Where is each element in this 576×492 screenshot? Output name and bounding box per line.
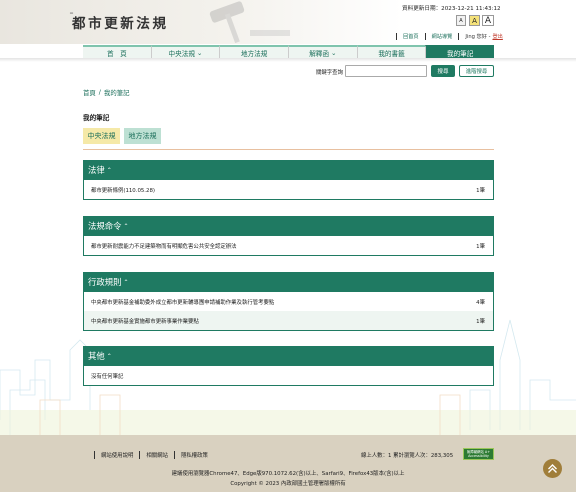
breadcrumb-home[interactable]: 首頁: [83, 88, 96, 97]
update-timestamp: 資料更新日期：2023-12-21 11:43:12: [402, 6, 501, 12]
list-item[interactable]: 中央都市更新基金實施都市更新事業作業要點 1筆: [84, 311, 493, 330]
advanced-search-button[interactable]: 進階搜尋: [459, 65, 494, 77]
list-item[interactable]: 都市更新耐震能力不足建築物而有明顯危害公共安全認定辦法 1筆: [84, 236, 493, 255]
nav-shadow: [0, 58, 576, 62]
nav-interpretations[interactable]: 解釋函 ⌄: [288, 45, 357, 58]
keyword-search-label: 關鍵字查詢: [316, 70, 343, 76]
chevron-up-icon: ⌃: [123, 222, 129, 230]
list-item-count: 1筆: [476, 318, 485, 325]
list-item-name: 都市更新耐震能力不足建築物而有明顯危害公共安全認定辦法: [91, 243, 237, 250]
main-nav: 首 頁 中央法規 ⌄ 地方法規 解釋函 ⌄ 我的書籤 我的筆記: [83, 45, 495, 58]
top-links: 回首頁 網站導覽 Jing 您好 - 登出: [390, 32, 503, 40]
nav-interpretations-label: 解釋函: [309, 49, 329, 58]
browser-recommendation: 建議使用瀏覽器Chrome47、Edge版970.1072.62(含)以上、Sa…: [171, 471, 405, 477]
list-item-count: 4筆: [476, 299, 485, 306]
tab-local-laws[interactable]: 地方法規: [124, 128, 161, 144]
list-item-name: 都市更新條例(110.05.28): [91, 187, 155, 194]
visitor-count: 線上人數：1 累計瀏覽人次：283,305: [361, 453, 454, 459]
related-sites-link[interactable]: 相關網站: [146, 451, 168, 459]
section-title: 法律: [88, 165, 105, 175]
privacy-policy-link[interactable]: 隱私權政策: [181, 451, 208, 459]
section-title: 其他: [88, 351, 105, 361]
home-link[interactable]: 回首頁: [403, 33, 419, 40]
keyword-search-input[interactable]: [345, 65, 427, 77]
footer-links: 網站使用說明 相關網站 隱私權政策: [88, 451, 208, 459]
nav-central-laws-label: 中央法規: [168, 49, 195, 58]
divider: [94, 451, 95, 459]
section-title: 法規命令: [88, 221, 122, 231]
site-title: 都市更新法規: [72, 16, 169, 32]
chevron-down-icon: ⌄: [196, 48, 203, 57]
sitemap-link[interactable]: 網站導覽: [432, 33, 453, 40]
chevron-up-icon: ⌃: [123, 278, 129, 286]
gavel-decoration: [209, 1, 290, 44]
list-item-name: 中央都市更新基金補助委外成立都市更新輔導團申請補助作業及執行管考要點: [91, 299, 275, 306]
list-item: 沒有任何筆記: [84, 366, 493, 385]
divider: [139, 451, 141, 459]
nav-bookmarks[interactable]: 我的書籤: [356, 45, 426, 58]
section-header-regulation[interactable]: 法規命令 ⌃: [83, 216, 494, 236]
breadcrumb-current[interactable]: 我的筆記: [104, 88, 130, 97]
font-size-small-button[interactable]: A: [456, 15, 466, 26]
chevron-down-icon: ⌄: [330, 48, 337, 57]
breadcrumb: 首頁 / 我的筆記: [83, 88, 130, 97]
divider: [424, 32, 426, 40]
nav-bookmarks-label: 我的書籤: [378, 49, 405, 58]
page-title: 我的筆記: [83, 114, 110, 122]
breadcrumb-separator: /: [98, 88, 101, 96]
user-greeting: Jing 您好 -: [465, 33, 491, 40]
divider: [83, 149, 494, 150]
accessibility-badge[interactable]: 無障礙網站 A+ Accessibility: [463, 448, 494, 460]
divider: [396, 32, 397, 40]
divider: [458, 32, 460, 40]
divider: [173, 451, 175, 459]
nav-home[interactable]: 首 頁: [83, 45, 151, 58]
list-item-count: 1筆: [476, 243, 485, 250]
site-logo[interactable]: ═ 都市更新法規: [70, 11, 182, 32]
section-body-other: 沒有任何筆記: [83, 366, 494, 386]
list-item-name: 中央都市更新基金實施都市更新事業作業要點: [91, 318, 199, 325]
section-body-law: 都市更新條例(110.05.28) 1筆: [83, 180, 494, 200]
nav-central-laws[interactable]: 中央法規 ⌄: [150, 45, 220, 58]
tab-central-laws[interactable]: 中央法規: [83, 128, 120, 144]
list-item[interactable]: 中央都市更新基金補助委外成立都市更新輔導團申請補助作業及執行管考要點 4筆: [84, 292, 493, 311]
section-body-regulation: 都市更新耐震能力不足建築物而有明顯危害公共安全認定辦法 1筆: [83, 236, 494, 256]
nav-local-laws[interactable]: 地方法規: [219, 45, 289, 58]
chevron-up-icon: ⌃: [106, 352, 112, 360]
list-item[interactable]: 都市更新條例(110.05.28) 1筆: [84, 180, 493, 199]
section-title: 行政規則: [88, 277, 122, 287]
section-header-law[interactable]: 法律 ⌃: [83, 160, 494, 180]
list-item-count: 1筆: [476, 187, 485, 194]
back-to-top-button[interactable]: [543, 459, 562, 478]
nav-local-laws-label: 地方法規: [240, 49, 268, 58]
nav-notes-label: 我的筆記: [447, 49, 474, 58]
logout-link[interactable]: 登出: [492, 33, 502, 40]
section-header-administrative[interactable]: 行政規則 ⌃: [83, 272, 494, 292]
empty-notes-message: 沒有任何筆記: [91, 373, 124, 380]
font-size-medium-button[interactable]: A: [469, 15, 480, 26]
copyright: Copyright © 2023 內政部國土管理署版權所有: [230, 481, 346, 487]
chevron-up-icon: ⌃: [106, 166, 112, 174]
nav-notes[interactable]: 我的筆記: [425, 45, 495, 58]
usage-guide-link[interactable]: 網站使用說明: [101, 451, 133, 459]
font-size-large-button[interactable]: A: [482, 15, 494, 26]
arrow-up-icon: [548, 464, 557, 473]
section-header-other[interactable]: 其他 ⌃: [83, 346, 494, 366]
nav-home-label: 首 頁: [106, 49, 127, 58]
logo-mark-icon: ═: [70, 11, 74, 17]
search-button[interactable]: 搜尋: [431, 65, 455, 77]
section-body-administrative: 中央都市更新基金補助委外成立都市更新輔導團申請補助作業及執行管考要點 4筆 中央…: [83, 292, 494, 331]
